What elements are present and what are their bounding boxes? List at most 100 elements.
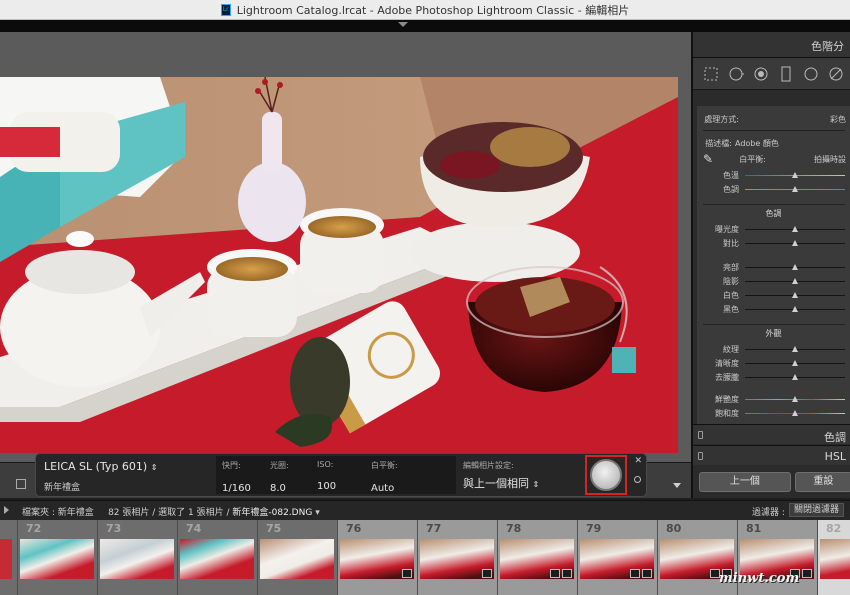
filmstrip-thumbnail[interactable]: 73 <box>98 520 178 595</box>
highlights-slider[interactable] <box>745 264 845 270</box>
highlights-knob[interactable] <box>792 264 798 270</box>
show-top-panel-arrow-icon[interactable] <box>398 22 408 27</box>
vibrance-slider[interactable] <box>745 396 845 402</box>
red-eye-icon[interactable] <box>753 66 769 82</box>
histogram-panel-header[interactable]: 色階分 <box>693 32 850 58</box>
aperture-field: 光圈: 8.0 <box>270 460 289 494</box>
temp-knob[interactable] <box>792 172 798 178</box>
filmstrip-thumbnail[interactable]: 77 <box>418 520 498 595</box>
filmstrip-thumbnail[interactable]: 78 <box>498 520 578 595</box>
shutter-field: 快門: 1/160 <box>222 460 251 494</box>
filmstrip-thumbnail[interactable]: 74 <box>178 520 258 595</box>
dehaze-slider[interactable] <box>745 374 845 380</box>
aperture-label: 光圈: <box>270 461 289 470</box>
graduated-filter-icon[interactable] <box>778 66 794 82</box>
thumbnail-image <box>820 539 850 579</box>
vibrance-knob[interactable] <box>792 396 798 402</box>
tone-curve-panel-title: 色調 <box>824 431 846 444</box>
circle-preview-icon <box>590 459 622 491</box>
highlighted-preview-button[interactable] <box>585 455 627 495</box>
filmstrip-thumbnail[interactable]: 75 <box>258 520 338 595</box>
thumbnail-image <box>20 539 94 579</box>
wb-value: Auto <box>371 483 395 494</box>
edit-settings-value: 與上一個相同 <box>463 477 529 490</box>
edit-settings-field: 編輯相片設定: 與上一個相同 ⇕ <box>463 460 539 491</box>
folder-name: 新年禮盒 <box>44 483 81 493</box>
temp-slider[interactable] <box>745 172 845 178</box>
clarity-knob[interactable] <box>792 360 798 366</box>
exposure-slider[interactable] <box>745 226 845 232</box>
camera-model[interactable]: LEICA SL (Typ 601) ⇕ <box>44 460 157 473</box>
toolbar-menu-chevron-icon[interactable] <box>673 483 681 488</box>
texture-knob[interactable] <box>792 346 798 352</box>
spot-removal-icon[interactable] <box>728 66 744 82</box>
panel-toggle-switch[interactable] <box>698 431 703 439</box>
tone-curve-panel-header[interactable]: 色調 <box>693 424 850 444</box>
hsl-panel-header[interactable]: HSL <box>693 445 850 465</box>
filmstrip-thumbnail[interactable]: 76 <box>338 520 418 595</box>
close-icon[interactable]: ✕ <box>634 456 642 466</box>
dehaze-knob[interactable] <box>792 374 798 380</box>
divider <box>703 324 845 325</box>
whites-slider[interactable] <box>745 292 845 298</box>
tint-knob[interactable] <box>792 186 798 192</box>
texture-slider[interactable] <box>745 346 845 352</box>
previous-button[interactable]: 上一個 <box>699 472 791 492</box>
crop-overlay-icon[interactable] <box>703 66 719 82</box>
toolbar-checkbox[interactable] <box>16 479 26 489</box>
whites-knob[interactable] <box>792 292 798 298</box>
module-header-bar <box>0 20 850 32</box>
adjustment-brush-icon[interactable] <box>828 66 844 82</box>
panel-toggle-switch[interactable] <box>698 452 703 460</box>
blacks-knob[interactable] <box>792 306 798 312</box>
thumbnail-number: 79 <box>586 522 602 535</box>
watermark-text: minwt.com <box>719 571 800 586</box>
folder-label: 檔案夾 : 新年禮盒 <box>22 508 94 518</box>
clarity-label: 清晰度 <box>715 358 739 368</box>
white-balance-label: 白平衡: <box>739 154 766 164</box>
reset-button[interactable]: 重設 <box>794 472 850 492</box>
texture-label: 紋理 <box>723 344 739 354</box>
clarity-slider[interactable] <box>745 360 845 366</box>
saturation-label: 飽和度 <box>715 408 739 418</box>
window-title: Lightroom Catalog.lrcat - Adobe Photosho… <box>236 3 630 17</box>
filmstrip-thumbnail-current[interactable]: 82 <box>818 520 850 595</box>
wb-label: 白平衡: <box>371 461 398 470</box>
loupe-view <box>0 32 691 462</box>
white-balance-row: ✎ 白平衡: 拍攝時設 <box>697 152 850 166</box>
profile-row: 描述檔: Adobe 顏色 <box>697 136 850 150</box>
eyedropper-icon[interactable]: ✎ <box>697 152 719 166</box>
filmstrip-thumbnail[interactable] <box>0 520 18 595</box>
edit-settings-dropdown[interactable]: 與上一個相同 ⇕ <box>463 475 539 491</box>
title-bar: Lr Lightroom Catalog.lrcat - Adobe Photo… <box>0 0 850 20</box>
filmstrip-thumbnail[interactable]: 72 <box>18 520 98 595</box>
thumbnail-number: 82 <box>826 522 842 535</box>
contrast-slider[interactable] <box>745 240 845 246</box>
info-overlay: LEICA SL (Typ 601) ⇕ 新年禮盒 快門: 1/160 光圈: … <box>35 453 647 497</box>
shadows-slider[interactable] <box>745 278 845 284</box>
exposure-knob[interactable] <box>792 226 798 232</box>
thumbnail-number: 77 <box>426 522 442 535</box>
whites-label: 白色 <box>723 290 739 300</box>
overlay-option-icon[interactable] <box>634 476 641 483</box>
show-panel-arrow-icon[interactable] <box>4 506 9 514</box>
contrast-knob[interactable] <box>792 240 798 246</box>
filmstrip-source[interactable]: 檔案夾 : 新年禮盒 82 張相片 / 選取了 1 張相片 / 新年禮盒-082… <box>22 505 320 518</box>
tint-label: 色調 <box>723 184 739 194</box>
saturation-slider[interactable] <box>745 410 845 416</box>
treatment-value[interactable]: 彩色 <box>742 114 850 125</box>
tint-slider[interactable] <box>745 186 845 192</box>
shadows-knob[interactable] <box>792 278 798 284</box>
profile-value[interactable]: Adobe 顏色 <box>735 138 850 149</box>
saturation-knob[interactable] <box>792 410 798 416</box>
main-photo[interactable] <box>0 77 678 453</box>
white-balance-value[interactable]: 拍攝時設 <box>769 154 850 165</box>
thumbnail-number: 78 <box>506 522 522 535</box>
filmstrip-thumbnail[interactable]: 79 <box>578 520 658 595</box>
dehaze-label: 去朦朧 <box>715 372 739 382</box>
divider <box>703 204 845 205</box>
filter-label: 過濾器 : <box>752 508 785 518</box>
radial-filter-icon[interactable] <box>803 66 819 82</box>
blacks-slider[interactable] <box>745 306 845 312</box>
filter-off-button[interactable]: 關閉過濾器 <box>789 503 845 517</box>
